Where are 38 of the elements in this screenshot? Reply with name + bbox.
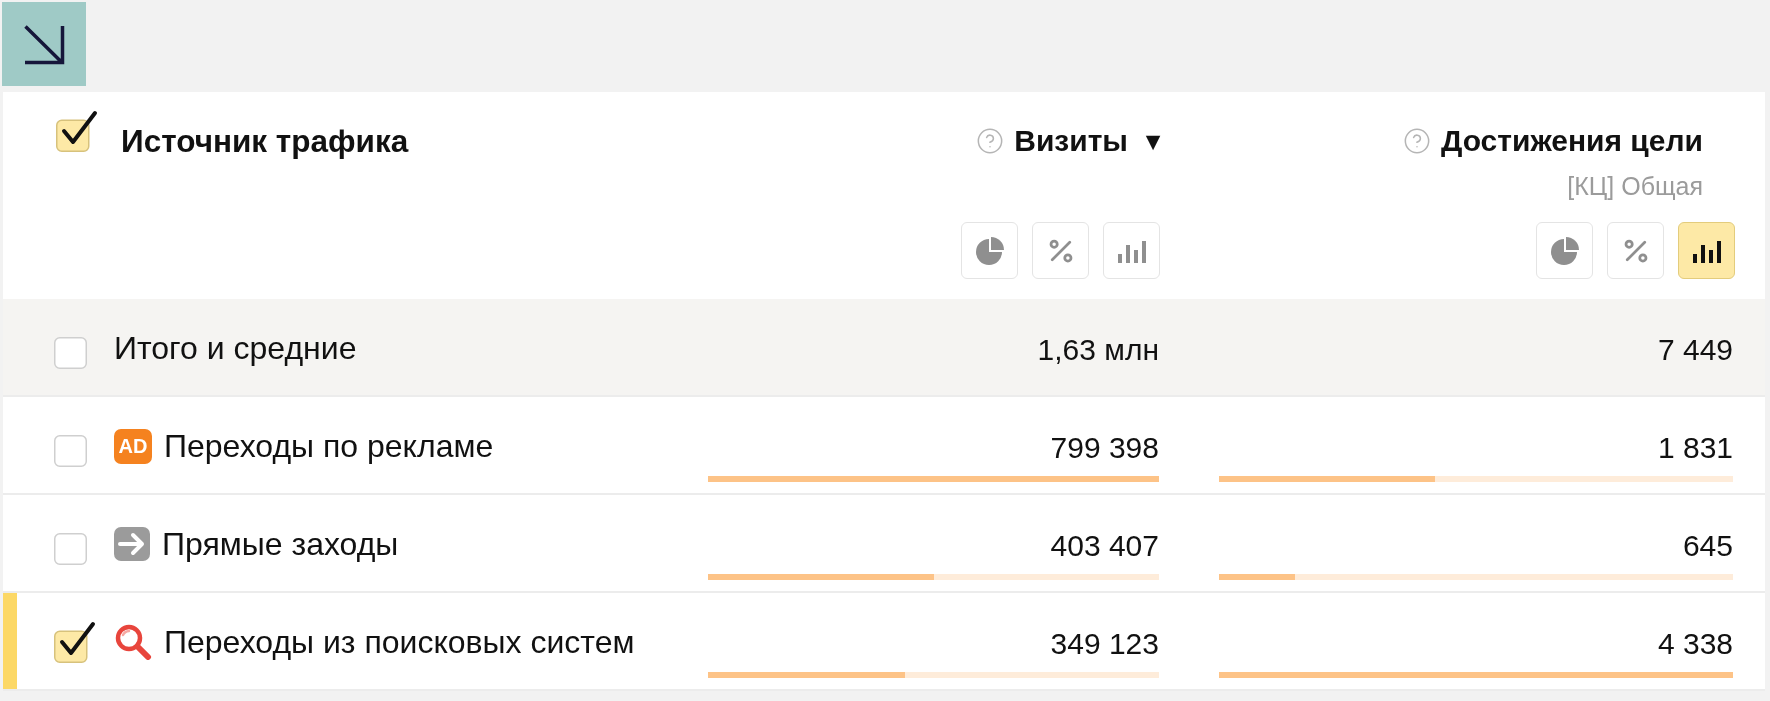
help-icon[interactable]	[1402, 127, 1431, 155]
percent-button[interactable]	[1607, 222, 1664, 279]
ad-badge: AD	[114, 428, 152, 464]
pie-chart-button[interactable]	[1536, 222, 1593, 279]
sort-indicator[interactable]: ▼	[1145, 130, 1161, 152]
checkbox[interactable]	[54, 435, 87, 467]
metric-value: 403 407	[1050, 528, 1159, 564]
pie-chart-icon	[1549, 235, 1580, 266]
checkbox[interactable]	[54, 621, 96, 663]
pie-chart-button[interactable]	[961, 222, 1018, 279]
source-name: Прямые заходы	[162, 526, 399, 562]
checkbox[interactable]	[54, 337, 87, 369]
bar-chart-icon	[1116, 238, 1147, 263]
checkbox[interactable]	[54, 533, 87, 565]
checkbox[interactable]	[56, 110, 98, 152]
metric-value: 799 398	[1050, 430, 1159, 466]
arrow-right-icon	[114, 527, 150, 561]
column-subtitle: [КЦ] Общая	[1567, 171, 1703, 201]
arrow-down-right-icon	[23, 23, 65, 65]
source-name: Переходы из поисковых систем	[164, 624, 635, 660]
search-icon	[114, 624, 152, 660]
column-title[interactable]: Визиты	[1014, 123, 1128, 159]
arrow-button[interactable]	[2, 2, 86, 86]
bar-chart-button[interactable]	[1678, 222, 1735, 279]
metric-value: 1 831	[1657, 430, 1733, 466]
bar-chart-icon	[1691, 238, 1722, 263]
source-name: Переходы по рекламе	[164, 428, 494, 464]
metric-value: 7 449	[1657, 332, 1733, 368]
pie-chart-icon	[974, 235, 1005, 266]
column-title[interactable]: Достижения цели	[1440, 123, 1703, 159]
help-icon[interactable]	[976, 127, 1005, 155]
metric-value: 4 338	[1657, 626, 1733, 662]
percent-button[interactable]	[1032, 222, 1089, 279]
metric-value: 349 123	[1050, 626, 1159, 662]
column-title: Источник трафика	[121, 123, 409, 159]
total-label: Итого и средние	[114, 330, 357, 366]
metric-value: 1,63 млн	[1037, 332, 1159, 368]
metric-value: 645	[1682, 528, 1733, 564]
